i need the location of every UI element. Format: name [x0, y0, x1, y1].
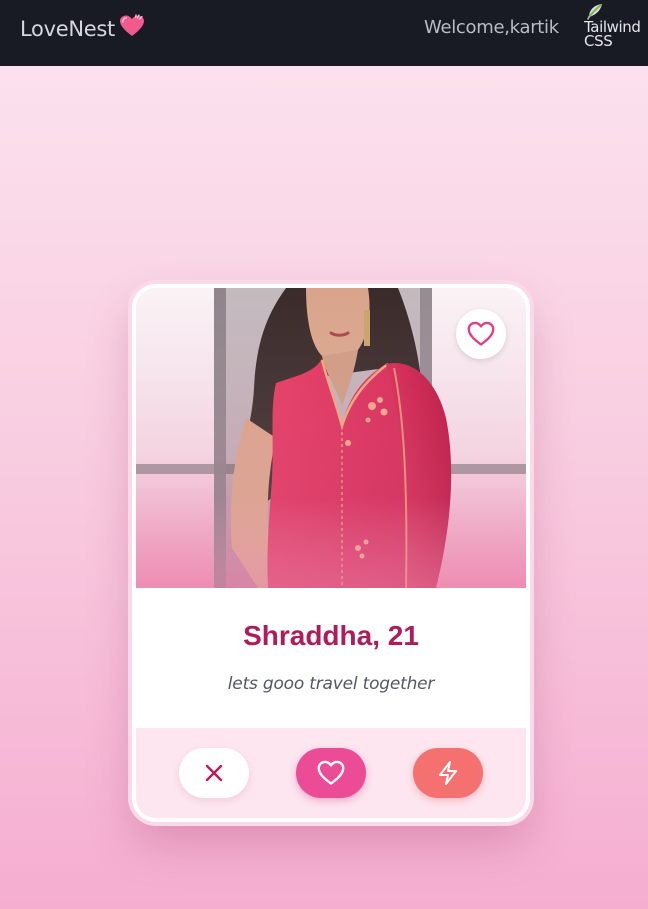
profile-name-age: Shraddha, 21 — [243, 620, 419, 651]
heart-outline-icon — [317, 760, 345, 785]
profile-photo — [136, 288, 526, 588]
top-navbar: LoveNest Welcome,kartik Tailwind CSS — [0, 0, 648, 66]
profile-bio: lets gooo travel together — [227, 674, 435, 694]
heart-outline-icon — [467, 321, 495, 346]
super-like-button[interactable] — [413, 748, 483, 798]
tailwind-logo: Tailwind CSS — [584, 2, 648, 48]
pass-button[interactable] — [179, 748, 249, 798]
brand-name: LoveNest — [20, 16, 115, 41]
like-button[interactable] — [296, 748, 366, 798]
brand[interactable]: LoveNest — [20, 14, 145, 43]
logo-alt-text: Tailwind CSS — [584, 18, 641, 49]
heart-emoji-icon — [119, 14, 145, 43]
x-icon — [205, 764, 223, 782]
action-bar — [136, 728, 526, 818]
lightning-bolt-icon — [439, 761, 457, 785]
welcome-text: Welcome,kartik — [424, 17, 559, 38]
favorite-button[interactable] — [456, 309, 506, 359]
profile-card[interactable]: Shraddha, 21 lets gooo travel together — [132, 284, 530, 822]
profile-info: Shraddha, 21 lets gooo travel together — [136, 588, 526, 728]
